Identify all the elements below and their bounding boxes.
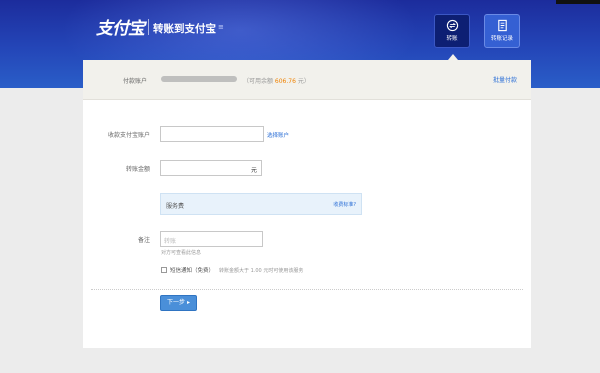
fee-label: 服务费 bbox=[166, 203, 185, 210]
choose-account-link[interactable]: 选择账户 bbox=[267, 131, 289, 139]
balance-prefix: （可用余额 bbox=[243, 78, 275, 85]
batch-payment-link[interactable]: 批量付款 bbox=[493, 75, 517, 84]
form-divider bbox=[91, 289, 523, 290]
payer-account-bar: 付款账户 （可用余额 606.76 元） 批量付款 bbox=[83, 60, 531, 100]
amount-label: 转账金额 bbox=[125, 166, 150, 173]
sms-notify-row: 短信通知（免费） 转账金额大于 1.00 元时可使用该服务 bbox=[161, 266, 303, 274]
nav-transfer-button[interactable]: 转账 bbox=[434, 14, 470, 48]
recipient-label: 收款支付宝账户 bbox=[107, 132, 150, 139]
remark-hint: 对方可查看此信息 bbox=[161, 250, 202, 256]
available-balance: （可用余额 606.76 元） bbox=[243, 76, 310, 85]
records-icon bbox=[497, 19, 507, 32]
next-step-button[interactable]: 下一步 ▸ bbox=[160, 295, 197, 311]
amount-input[interactable]: 元 bbox=[160, 160, 262, 176]
sms-notify-checkbox[interactable] bbox=[161, 267, 167, 273]
logo-separator bbox=[148, 19, 149, 35]
window-edge bbox=[556, 0, 600, 4]
balance-suffix: 元） bbox=[295, 78, 310, 85]
transfer-form-card: 付款账户 （可用余额 606.76 元） 批量付款 收款支付宝账户 选择账户 转… bbox=[83, 60, 531, 348]
page-title: 转账到支付宝 bbox=[153, 23, 216, 35]
nav-transfer-label: 转账 bbox=[446, 36, 458, 42]
nav-records-label: 转账记录 bbox=[490, 36, 513, 42]
amount-unit: 元 bbox=[250, 167, 257, 174]
transfer-icon bbox=[446, 19, 458, 32]
title-menu-icon[interactable]: ≡ bbox=[218, 23, 224, 31]
remark-placeholder: 转账 bbox=[164, 238, 177, 245]
remark-label: 备注 bbox=[137, 237, 150, 244]
nav-records-button[interactable]: 转账记录 bbox=[484, 14, 520, 48]
service-fee-box: 服务费 收费标准? bbox=[160, 193, 362, 215]
remark-input[interactable]: 转账 bbox=[160, 231, 263, 247]
recipient-account-input[interactable] bbox=[160, 126, 264, 142]
payer-account-masked bbox=[161, 76, 237, 82]
payer-label: 付款账户 bbox=[123, 78, 148, 85]
balance-amount: 606.76 bbox=[274, 78, 296, 85]
alipay-logo[interactable]: 支付宝 bbox=[96, 14, 146, 42]
sms-notify-label[interactable]: 短信通知（免费） bbox=[170, 268, 214, 274]
sms-notify-note: 转账金额大于 1.00 元时可使用该服务 bbox=[219, 268, 304, 274]
fee-standard-link[interactable]: 收费标准? bbox=[333, 201, 356, 208]
